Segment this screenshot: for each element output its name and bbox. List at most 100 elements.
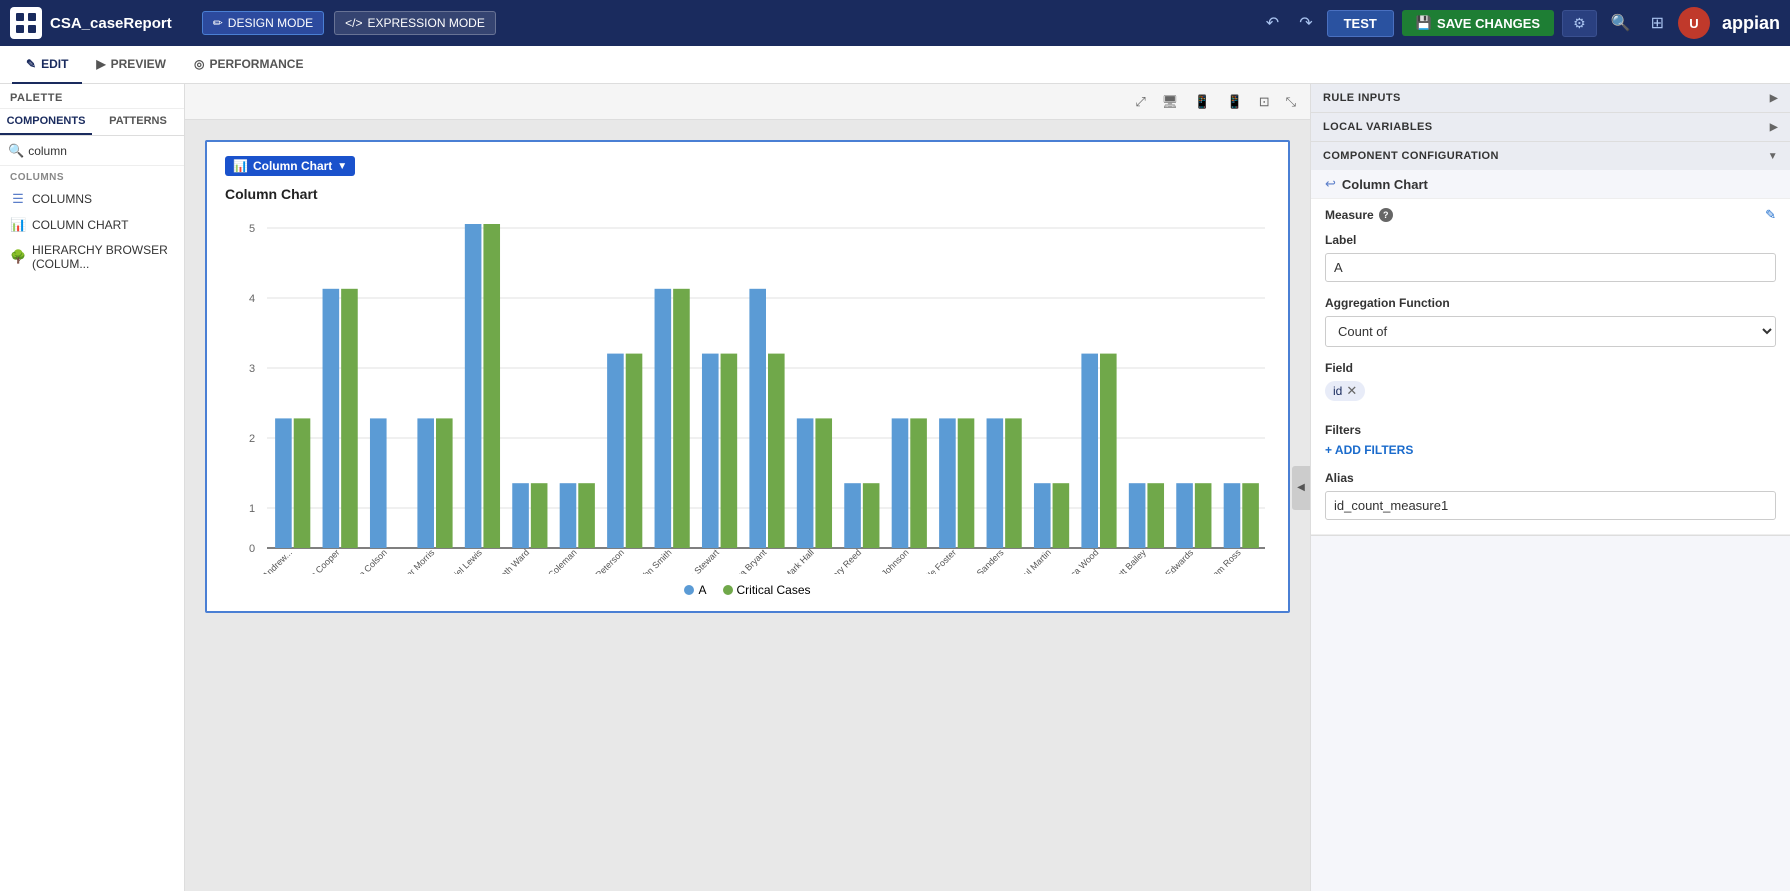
- svg-text:Janet Coleman: Janet Coleman: [529, 547, 579, 574]
- aggregation-select[interactable]: Count of Sum of Average of Min of Max of: [1325, 316, 1776, 347]
- expression-mode-icon: </>: [345, 16, 362, 30]
- appian-logo: appian: [1722, 13, 1780, 34]
- chart-svg: 5 4 3 2 1 0 Andrew...Angela CooperArya: [225, 214, 1270, 574]
- svg-text:Michelle Foster: Michelle Foster: [908, 547, 958, 574]
- legend-critical: Critical Cases: [723, 583, 811, 597]
- chart-legend: A Critical Cases: [225, 583, 1270, 597]
- search-icon: 🔍: [8, 143, 24, 159]
- component-item-columns[interactable]: ☰ COLUMNS: [0, 186, 184, 212]
- svg-text:Mark Hall: Mark Hall: [782, 547, 816, 574]
- legend-a: A: [684, 583, 706, 597]
- perf-icon: ◎: [194, 57, 204, 71]
- chart-title: Column Chart: [225, 186, 1270, 202]
- tab-patterns[interactable]: PATTERNS: [92, 109, 184, 135]
- chart-icon: 📊: [233, 159, 248, 173]
- grid-view-button[interactable]: ⊞: [1645, 9, 1670, 37]
- component-configuration-content: ↩ Column Chart Measure ? ✎ Label: [1311, 170, 1790, 535]
- svg-text:William Ross: William Ross: [1199, 547, 1243, 574]
- tab-performance[interactable]: ◎ PERFORMANCE: [180, 46, 318, 84]
- component-item-hierarchy-browser[interactable]: 🌳 HIERARCHY BROWSER (COLUM...: [0, 238, 184, 276]
- test-button[interactable]: TEST: [1327, 10, 1394, 37]
- local-variables-section: LOCAL VARIABLES ▶: [1311, 113, 1790, 142]
- panel-collapse-handle[interactable]: ◀: [1292, 466, 1310, 510]
- tablet-button[interactable]: 📱: [1188, 91, 1216, 113]
- desktop-button[interactable]: 🖥: [1156, 91, 1185, 113]
- columns-icon: ☰: [10, 191, 26, 207]
- component-configuration-section: COMPONENT CONFIGURATION ▼ ↩ Column Chart…: [1311, 142, 1790, 536]
- field-label: Field: [1325, 361, 1776, 375]
- collapse-icon: ◀: [1297, 482, 1305, 493]
- small-button[interactable]: ⊡: [1253, 91, 1276, 113]
- filters-label: Filters: [1325, 423, 1776, 437]
- svg-text:Andrew...: Andrew...: [261, 547, 295, 574]
- svg-text:4: 4: [249, 293, 255, 305]
- main-layout: PALETTE COMPONENTS PATTERNS 🔍 ✕ COLUMNS …: [0, 84, 1790, 891]
- component-configuration-header[interactable]: COMPONENT CONFIGURATION ▼: [1311, 142, 1790, 170]
- svg-text:Jessica Peterson: Jessica Peterson: [571, 547, 627, 574]
- chip-dropdown-icon: ▼: [337, 161, 347, 172]
- preview-icon: ▶: [96, 57, 105, 71]
- field-tags: id ✕: [1325, 381, 1776, 409]
- aggregation-field-label: Aggregation Function: [1325, 296, 1776, 310]
- canvas-toolbar: ⤢ 🖥 📱 📱 ⊡ ⤡: [185, 84, 1310, 120]
- settings-button[interactable]: ⚙: [1562, 10, 1597, 37]
- label-input[interactable]: [1325, 253, 1776, 282]
- topbar: CSA_caseReport ✏ DESIGN MODE </> EXPRESS…: [0, 0, 1790, 46]
- tab-preview[interactable]: ▶ PREVIEW: [82, 46, 180, 84]
- svg-text:Michael Johnson: Michael Johnson: [856, 547, 911, 574]
- columns-section-label: COLUMNS: [0, 166, 184, 186]
- field-tag-id: id ✕: [1325, 381, 1365, 401]
- svg-text:1: 1: [249, 503, 255, 515]
- svg-text:Angela Cooper: Angela Cooper: [292, 547, 342, 574]
- expression-mode-button[interactable]: </> EXPRESSION MODE: [334, 11, 496, 35]
- measure-header: Measure ? ✎: [1325, 207, 1776, 223]
- canvas-area: ⤢ 🖥 📱 📱 ⊡ ⤡ 📊 Column Chart ▼ Column Char…: [185, 84, 1310, 891]
- alias-field: Alias: [1325, 471, 1776, 534]
- svg-text:Arya Colson: Arya Colson: [347, 547, 389, 574]
- palette-header: PALETTE: [0, 84, 184, 109]
- save-changes-button[interactable]: 💾 SAVE CHANGES: [1402, 10, 1554, 36]
- component-config-arrow: ▼: [1768, 151, 1778, 162]
- svg-text:Elizabeth Ward: Elizabeth Ward: [481, 547, 531, 574]
- label-field: Label: [1325, 233, 1776, 296]
- search-input[interactable]: [28, 144, 183, 158]
- search-icon-button[interactable]: 🔍: [1605, 9, 1637, 37]
- remove-field-tag-button[interactable]: ✕: [1346, 383, 1357, 399]
- measure-help-icon[interactable]: ?: [1379, 208, 1393, 222]
- phone-button[interactable]: 📱: [1221, 91, 1249, 113]
- svg-text:2: 2: [249, 433, 255, 445]
- field-field: Field id ✕: [1325, 361, 1776, 409]
- filters-section: Filters + ADD FILTERS: [1325, 423, 1776, 457]
- svg-text:3: 3: [249, 363, 255, 375]
- tab-edit[interactable]: ✎ EDIT: [12, 46, 82, 84]
- add-filters-button[interactable]: + ADD FILTERS: [1325, 443, 1413, 457]
- tab-components[interactable]: COMPONENTS: [0, 109, 92, 135]
- measure-edit-icon[interactable]: ✎: [1765, 207, 1776, 223]
- fit-button[interactable]: ⤢: [1129, 91, 1151, 113]
- svg-text:Rebecca Wood: Rebecca Wood: [1050, 547, 1100, 574]
- svg-text:Kevin Stewart: Kevin Stewart: [675, 547, 722, 574]
- measure-label: Measure ?: [1325, 208, 1393, 222]
- alias-label: Alias: [1325, 471, 1776, 485]
- label-field-label: Label: [1325, 233, 1776, 247]
- rule-inputs-header[interactable]: RULE INPUTS ▶: [1311, 84, 1790, 112]
- legend-a-dot: [684, 585, 694, 595]
- legend-critical-dot: [723, 585, 733, 595]
- aggregation-field: Aggregation Function Count of Sum of Ave…: [1325, 296, 1776, 361]
- component-chip[interactable]: 📊 Column Chart ▼: [225, 156, 355, 176]
- undo-button[interactable]: ↶: [1260, 9, 1285, 37]
- component-item-column-chart[interactable]: 📊 COLUMN CHART: [0, 212, 184, 238]
- expand-button[interactable]: ⤡: [1280, 91, 1302, 113]
- hierarchy-icon: 🌳: [10, 249, 26, 265]
- alias-input[interactable]: [1325, 491, 1776, 520]
- local-variables-header[interactable]: LOCAL VARIABLES ▶: [1311, 113, 1790, 141]
- svg-text:Christopher Morris: Christopher Morris: [377, 547, 437, 574]
- svg-text:Stephen Edwards: Stephen Edwards: [1138, 547, 1196, 574]
- avatar[interactable]: U: [1678, 7, 1710, 39]
- measure-section: Measure ? ✎ Label Aggregation Function: [1311, 199, 1790, 535]
- design-mode-button[interactable]: ✏ DESIGN MODE: [202, 11, 324, 35]
- chart-container: 📊 Column Chart ▼ Column Chart 5 4 3 2 1: [205, 140, 1290, 613]
- redo-button[interactable]: ↷: [1293, 9, 1318, 37]
- svg-text:John Smith: John Smith: [635, 547, 674, 574]
- svg-text:Mary Reed: Mary Reed: [825, 547, 863, 574]
